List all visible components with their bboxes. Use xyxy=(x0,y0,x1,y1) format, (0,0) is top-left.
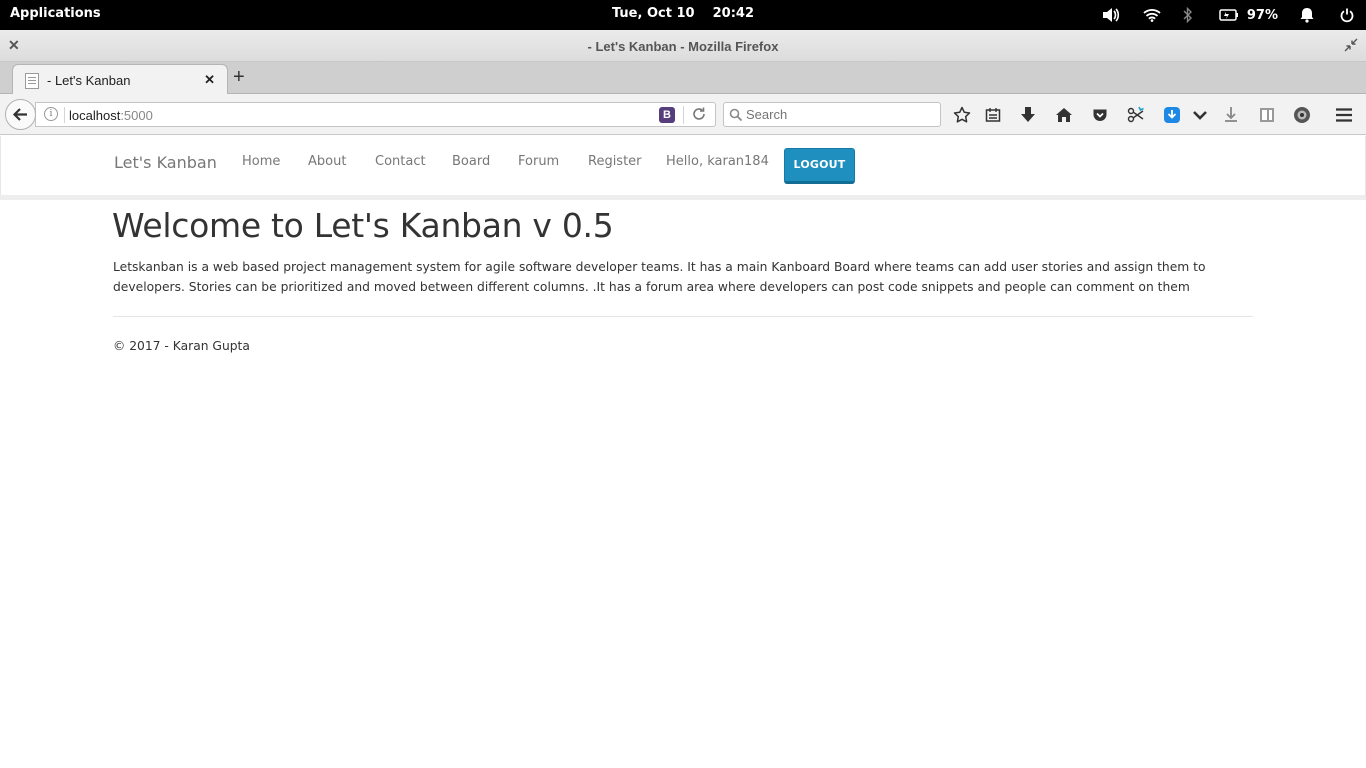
reload-separator xyxy=(683,106,684,124)
tab-strip: - Let's Kanban ✕ + xyxy=(0,62,1366,95)
power-icon[interactable] xyxy=(1340,8,1354,23)
system-tray[interactable]: 97% xyxy=(1079,4,1354,26)
window-restore-icon[interactable] xyxy=(1344,38,1358,57)
site-brand-link[interactable]: Let's Kanban xyxy=(114,153,217,172)
browser-tab[interactable]: - Let's Kanban ✕ xyxy=(12,64,228,95)
downloads-icon[interactable] xyxy=(1018,105,1038,125)
nav-contact-link[interactable]: Contact xyxy=(375,154,426,169)
bluetooth-icon[interactable] xyxy=(1183,7,1193,23)
search-input[interactable] xyxy=(746,105,936,124)
reload-icon[interactable] xyxy=(691,106,707,127)
footer-divider xyxy=(113,316,1253,317)
intro-paragraph: Letskanban is a web based project manage… xyxy=(113,260,1206,294)
url-bar[interactable]: i localhost:5000 B xyxy=(35,102,716,127)
download-arrow-icon[interactable] xyxy=(1221,105,1241,125)
bootstrap-extension-icon[interactable]: B xyxy=(659,107,675,123)
window-title: - Let's Kanban - Mozilla Firefox xyxy=(587,39,779,54)
nav-user-greeting-link[interactable]: Hello, karan184 xyxy=(666,154,769,169)
reading-list-icon[interactable] xyxy=(983,105,1003,125)
page-heading: Welcome to Let's Kanban v 0.5 xyxy=(112,206,614,245)
download-manager-icon[interactable] xyxy=(1162,105,1182,125)
navbar-divider xyxy=(0,195,1366,200)
pocket-icon[interactable] xyxy=(1090,105,1110,125)
nav-about-link[interactable]: About xyxy=(308,154,346,169)
new-tab-button[interactable]: + xyxy=(233,66,245,89)
applications-menu[interactable]: Applications xyxy=(10,6,101,21)
back-button[interactable] xyxy=(5,99,36,130)
tab-close-icon[interactable]: ✕ xyxy=(204,72,215,88)
site-navbar: Let's Kanban Home About Contact Board Fo… xyxy=(0,136,1366,196)
bookmark-star-icon[interactable] xyxy=(952,105,972,125)
nav-board-link[interactable]: Board xyxy=(452,154,490,169)
clock[interactable]: Tue, Oct 10 20:42 xyxy=(612,6,754,21)
browser-toolbar: i localhost:5000 B xyxy=(0,94,1366,135)
nav-register-link[interactable]: Register xyxy=(588,154,642,169)
screenshot-tool-icon[interactable] xyxy=(1126,105,1146,125)
footer-copyright: © 2017 - Karan Gupta xyxy=(113,339,250,353)
privacy-badger-icon[interactable] xyxy=(1292,105,1312,125)
url-host: localhost xyxy=(69,108,121,123)
logout-button[interactable]: LOGOUT xyxy=(784,148,855,184)
system-top-bar: Applications Tue, Oct 10 20:42 97% xyxy=(0,0,1366,30)
battery-icon[interactable] xyxy=(1219,9,1239,21)
site-info-icon[interactable]: i xyxy=(44,107,58,121)
sidebar-toggle-icon[interactable] xyxy=(1257,105,1277,125)
url-text[interactable]: localhost:5000 xyxy=(69,108,153,123)
tab-title: - Let's Kanban xyxy=(47,73,131,88)
search-bar[interactable] xyxy=(723,102,941,127)
hamburger-menu-icon[interactable] xyxy=(1334,105,1354,125)
web-page: Let's Kanban Home About Contact Board Fo… xyxy=(0,136,1366,768)
window-close-icon[interactable]: ✕ xyxy=(8,37,20,54)
home-icon[interactable] xyxy=(1054,105,1074,125)
notification-bell-icon[interactable] xyxy=(1300,7,1314,23)
wifi-icon[interactable] xyxy=(1143,8,1161,22)
battery-percent: 97% xyxy=(1246,7,1278,23)
url-port: :5000 xyxy=(120,108,153,123)
search-icon xyxy=(729,108,743,127)
page-favicon-icon xyxy=(25,73,39,89)
window-titlebar[interactable]: ✕ - Let's Kanban - Mozilla Firefox xyxy=(0,30,1366,62)
url-separator xyxy=(64,107,65,123)
nav-home-link[interactable]: Home xyxy=(242,154,280,169)
volume-icon[interactable] xyxy=(1101,7,1121,23)
pocket-dropdown-icon[interactable] xyxy=(1190,105,1210,125)
nav-forum-link[interactable]: Forum xyxy=(518,154,559,169)
